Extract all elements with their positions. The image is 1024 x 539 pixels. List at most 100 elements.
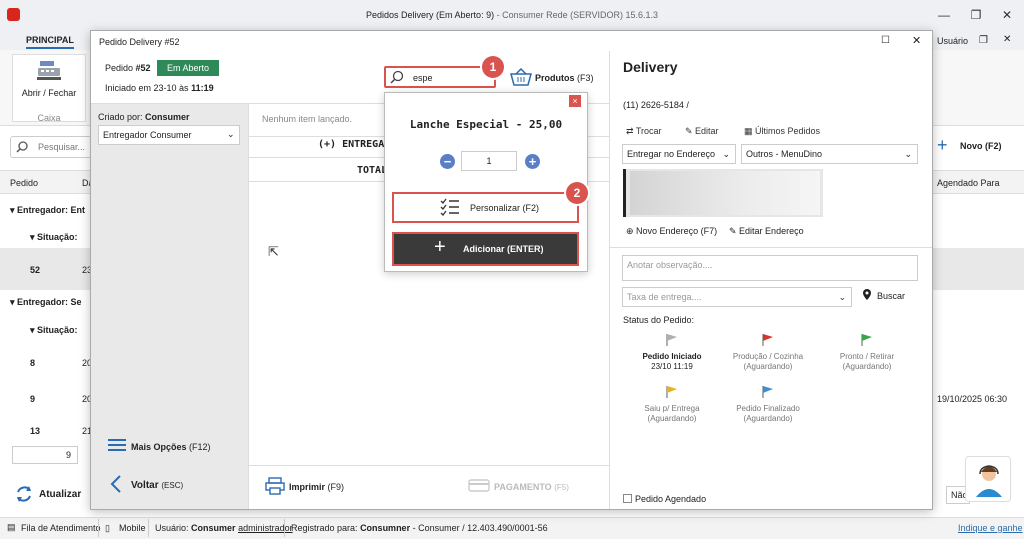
- flag-icon: [861, 334, 872, 346]
- ultimos-pedidos-button[interactable]: ▦ Últimos Pedidos: [744, 126, 820, 137]
- cash-register-icon: [37, 61, 61, 80]
- back-arrow-icon: [110, 475, 121, 493]
- step-badge-2: 2: [566, 182, 588, 204]
- fila-atendimento[interactable]: Fila de Atendimento: [21, 523, 101, 533]
- group-entregador-2[interactable]: ▾ Entregador: Se: [10, 297, 82, 308]
- search-icon: [390, 70, 404, 84]
- chevron-down-icon: ⌄: [838, 292, 846, 302]
- swap-icon: ⇄: [626, 126, 636, 136]
- origem-select[interactable]: Outros - MenuDino ⌄: [741, 144, 918, 164]
- add-circle-icon: ⊕: [626, 226, 637, 236]
- plus-icon[interactable]: +: [525, 154, 540, 169]
- chevron-down-icon: ⌄: [722, 149, 730, 159]
- search-icon: [16, 141, 28, 153]
- group-situacao-1[interactable]: ▾ Situação:: [30, 232, 78, 243]
- mouse-cursor-icon: ⇱: [268, 244, 279, 259]
- tipo-entrega-select[interactable]: Entregar no Endereço ⌄: [622, 144, 736, 164]
- adicionar-label: Adicionar (ENTER): [463, 244, 544, 254]
- step-badge-1: 1: [482, 56, 504, 78]
- close-icon[interactable]: ✕: [997, 7, 1017, 23]
- row-52-pedido: 52: [30, 265, 41, 275]
- footer-divider: [248, 465, 609, 466]
- status-badge: Em Aberto: [157, 60, 219, 76]
- entregador-select[interactable]: Entregador Consumer: [98, 125, 240, 145]
- separator: [148, 519, 149, 537]
- editar-button[interactable]: ✎ Editar: [685, 126, 719, 137]
- caixa-group-label: Caixa: [37, 113, 61, 123]
- product-search-value: espe: [413, 73, 433, 83]
- delivery-divider: [609, 247, 932, 248]
- delivery-title: Delivery: [623, 59, 678, 75]
- row-9-agendado: 19/10/2025 06:30: [937, 394, 1008, 404]
- observacao-input[interactable]: Anotar observação....: [622, 255, 918, 281]
- step-finalizado: Pedido Finalizado (Aguardando): [736, 404, 800, 423]
- group-entregador-1[interactable]: ▾ Entregador: Ent: [10, 205, 85, 216]
- criado-por: Criado por: Consumer: [98, 112, 190, 122]
- indique-link[interactable]: Indique e ganhe: [958, 523, 1023, 533]
- row-13-pedido[interactable]: 13: [30, 426, 40, 436]
- add-icon: +: [434, 236, 446, 258]
- page-input[interactable]: 9: [12, 446, 78, 464]
- row-8-pedido[interactable]: 8: [30, 358, 35, 368]
- separator: [284, 519, 285, 537]
- pedido-number: Pedido #52: [105, 63, 151, 73]
- search-placeholder: Pesquisar...: [38, 142, 86, 152]
- menu-icon: [108, 439, 126, 451]
- registrado-status: Registrado para: Consumner - Consumer / …: [291, 523, 548, 533]
- atualizar-button[interactable]: Atualizar: [39, 489, 81, 500]
- produtos-button[interactable]: Produtos (F3): [535, 73, 594, 83]
- table-row[interactable]: [0, 248, 92, 290]
- printer-icon: [265, 477, 285, 495]
- refresh-icon: [17, 486, 31, 502]
- minimize-icon[interactable]: —: [934, 7, 954, 23]
- entrega-label: (+) ENTREGA: [318, 139, 385, 150]
- edit-icon: ✎: [729, 226, 740, 236]
- novo-endereco-button[interactable]: ⊕ Novo Endereço (F7): [626, 226, 717, 237]
- pagamento-button[interactable]: PAGAMENTO (F5): [494, 482, 569, 492]
- chevron-down-icon: ⌄: [227, 129, 235, 139]
- usuario-link[interactable]: Usuário: [937, 36, 968, 46]
- mais-opcoes-button[interactable]: Mais Opções (F12): [131, 442, 211, 452]
- voltar-button[interactable]: Voltar (ESC): [131, 480, 183, 491]
- chevron-down-icon: ⌄: [904, 149, 912, 159]
- flag-icon: [762, 334, 773, 346]
- dialog-close-icon[interactable]: ✕: [912, 34, 921, 47]
- col-agendado[interactable]: Agendado Para: [937, 178, 1000, 188]
- col-pedido[interactable]: Pedido: [10, 178, 38, 188]
- status-pedido-label: Status do Pedido:: [623, 315, 695, 325]
- personalizar-label: Personalizar (F2): [470, 203, 540, 213]
- group-situacao-2[interactable]: ▾ Situação:: [30, 325, 78, 336]
- minus-icon[interactable]: −: [440, 154, 455, 169]
- address-redacted: [630, 171, 820, 215]
- row-9-pedido[interactable]: 9: [30, 394, 35, 404]
- table-row-right[interactable]: [933, 248, 1024, 290]
- quantity-input[interactable]: 1: [461, 151, 517, 171]
- product-title: Lanche Especial - 25,00: [409, 118, 563, 131]
- buscar-button[interactable]: Buscar: [877, 291, 905, 301]
- tab-principal[interactable]: PRINCIPAL: [26, 35, 74, 49]
- trocar-button[interactable]: ⇄ Trocar: [626, 126, 662, 137]
- queue-icon: ▤: [7, 522, 16, 532]
- mobile-link[interactable]: Mobile: [119, 523, 146, 533]
- collapse-ribbon-icon[interactable]: ✕: [1003, 34, 1011, 45]
- map-pin-icon: [863, 289, 871, 300]
- empty-items-text: Nenhum item lançado.: [262, 114, 353, 124]
- pedido-agendado-checkbox[interactable]: Pedido Agendado: [623, 494, 706, 504]
- taxa-entrega-select[interactable]: Taxa de entrega.... ⌄: [622, 287, 852, 307]
- checkbox-icon: [623, 494, 632, 503]
- plus-icon: +: [937, 135, 948, 155]
- novo-button[interactable]: Novo (F2): [960, 141, 1002, 151]
- imprimir-button[interactable]: Imprimir (F9): [289, 482, 344, 492]
- window-title: Pedidos Delivery (Em Aberto: 9) - Consum…: [366, 10, 658, 20]
- iniciado-em: Iniciado em 23-10 às 11:19: [105, 83, 214, 93]
- restore-ribbon-icon[interactable]: ❐: [979, 35, 988, 46]
- support-avatar[interactable]: [965, 456, 1011, 502]
- step-pedido-iniciado: Pedido Iniciado 23/10 11:19: [642, 352, 702, 371]
- popup-close-icon[interactable]: ×: [569, 95, 581, 107]
- editar-endereco-button[interactable]: ✎ Editar Endereço: [729, 226, 804, 237]
- dialog-title: Pedido Delivery #52: [99, 37, 180, 47]
- maximize-icon[interactable]: ☐: [881, 35, 890, 46]
- total-label: TOTAL: [357, 165, 388, 176]
- restore-icon[interactable]: ❐: [966, 7, 986, 23]
- usuario-status: Usuário: Consumer administrador: [155, 523, 293, 533]
